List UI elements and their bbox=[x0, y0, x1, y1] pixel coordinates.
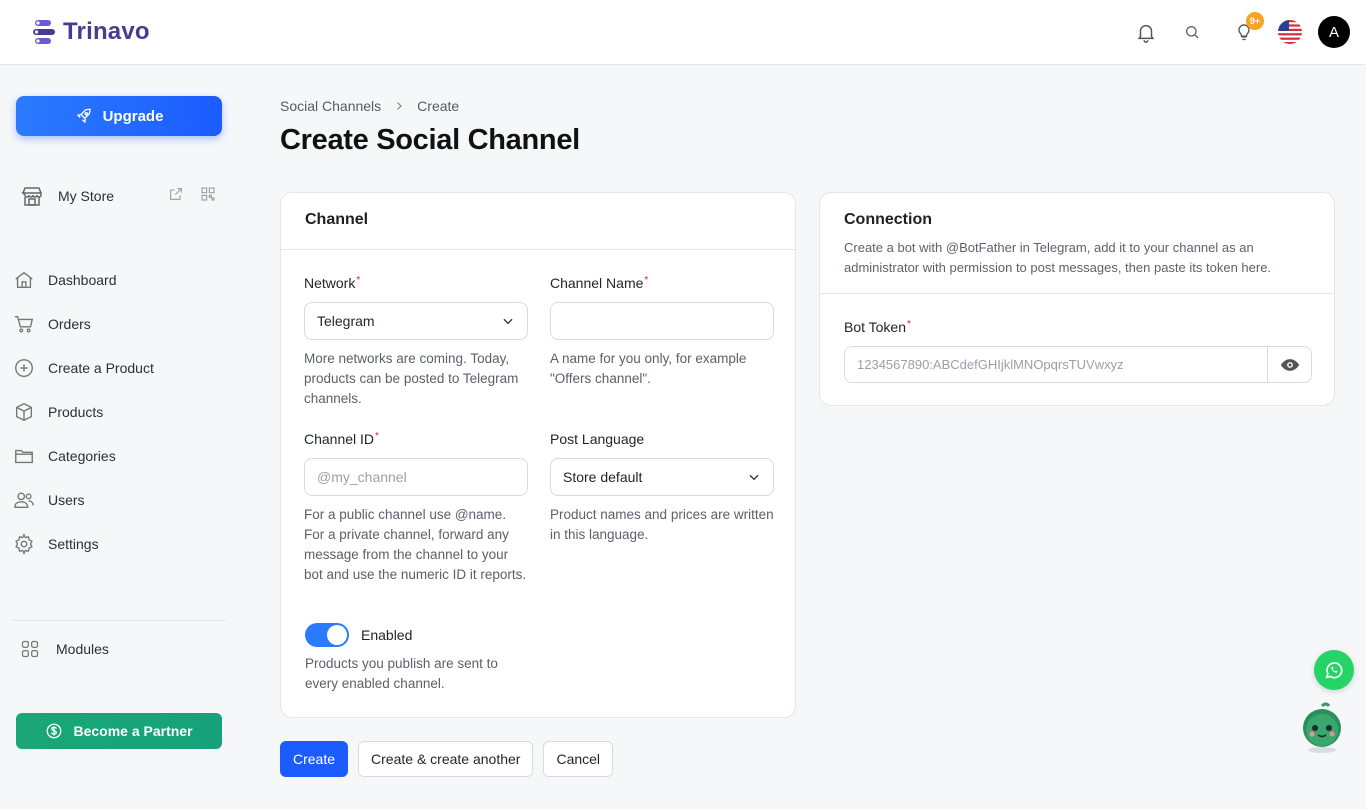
chevron-right-icon bbox=[397, 102, 402, 110]
breadcrumb-current: Create bbox=[417, 98, 460, 114]
channel-id-input[interactable] bbox=[317, 469, 515, 485]
sidebar-item-settings[interactable]: Settings bbox=[12, 522, 226, 566]
sidebar-item-label: Orders bbox=[48, 316, 91, 332]
page-title: Create Social Channel bbox=[280, 124, 580, 156]
us-flag-icon[interactable] bbox=[1278, 20, 1302, 44]
required-asterisk: * bbox=[907, 319, 911, 330]
sidebar-item-modules[interactable]: Modules bbox=[20, 637, 109, 661]
assistant-mascot-icon[interactable] bbox=[1300, 702, 1344, 754]
channel-id-label: Channel ID bbox=[304, 431, 375, 447]
store-label: My Store bbox=[58, 188, 115, 204]
plus-circle-icon bbox=[12, 356, 36, 380]
bot-token-label: Bot Token bbox=[844, 319, 907, 335]
channel-id-help: For a public channel use @name. For a pr… bbox=[304, 507, 527, 582]
card-divider bbox=[281, 249, 795, 250]
dollar-circle-icon bbox=[47, 723, 62, 739]
become-partner-button[interactable]: Become a Partner bbox=[16, 713, 222, 749]
sidebar-item-create-product[interactable]: Create a Product bbox=[12, 346, 226, 390]
cart-icon bbox=[12, 312, 36, 336]
network-value: Telegram bbox=[317, 313, 375, 329]
sidebar-item-categories[interactable]: Categories bbox=[12, 434, 226, 478]
eye-icon bbox=[1280, 358, 1299, 371]
required-asterisk: * bbox=[375, 431, 379, 442]
channel-card: Channel Network* Telegram More networks … bbox=[280, 192, 796, 718]
modules-label: Modules bbox=[56, 641, 109, 657]
toggle-knob bbox=[327, 625, 347, 645]
channel-name-input[interactable] bbox=[563, 313, 761, 329]
post-language-help: Product names and prices are written in … bbox=[550, 507, 774, 542]
bot-token-group bbox=[844, 346, 1312, 383]
enabled-toggle[interactable] bbox=[305, 623, 349, 647]
bell-icon[interactable] bbox=[1134, 20, 1158, 44]
partner-label: Become a Partner bbox=[73, 723, 193, 739]
sidebar-item-label: Categories bbox=[48, 448, 116, 464]
folder-icon bbox=[12, 444, 36, 468]
sidebar-item-label: Dashboard bbox=[48, 272, 117, 288]
external-link-icon[interactable] bbox=[168, 186, 184, 202]
store-icon bbox=[21, 187, 42, 206]
post-language-label: Post Language bbox=[550, 431, 645, 447]
qr-code-icon[interactable] bbox=[200, 186, 216, 202]
rocket-icon bbox=[76, 108, 91, 124]
card-divider bbox=[820, 293, 1334, 294]
bot-token-input[interactable] bbox=[845, 347, 1267, 382]
sidebar-item-label: Settings bbox=[48, 536, 99, 552]
sidebar-item-users[interactable]: Users bbox=[12, 478, 226, 522]
brand-name: Trinavo bbox=[63, 18, 150, 45]
connection-description: Create a bot with @BotFather in Telegram… bbox=[844, 240, 1272, 275]
channel-name-help: A name for you only, for example "Offers… bbox=[550, 351, 747, 386]
connection-card-title: Connection bbox=[844, 211, 932, 228]
sidebar-item-label: Create a Product bbox=[48, 360, 154, 376]
search-icon[interactable] bbox=[1180, 20, 1204, 44]
chevron-down-icon bbox=[503, 318, 513, 325]
required-asterisk: * bbox=[644, 275, 649, 286]
form-actions: Create Create & create another Cancel bbox=[280, 741, 614, 777]
sidebar-item-dashboard[interactable]: Dashboard bbox=[12, 258, 226, 302]
channel-id-field: Channel ID* For a public channel use @na… bbox=[304, 431, 528, 585]
gear-icon bbox=[12, 532, 36, 556]
avatar[interactable]: A bbox=[1318, 16, 1350, 48]
logo-mark-icon bbox=[33, 20, 55, 44]
cancel-button[interactable]: Cancel bbox=[543, 741, 614, 777]
chevron-down-icon bbox=[749, 474, 759, 481]
channel-card-title: Channel bbox=[305, 211, 369, 228]
sidebar-item-products[interactable]: Products bbox=[12, 390, 226, 434]
notification-badge: 9+ bbox=[1246, 12, 1264, 30]
create-another-button[interactable]: Create & create another bbox=[358, 741, 534, 777]
users-icon bbox=[12, 488, 36, 512]
network-field: Network* Telegram More networks are comi… bbox=[304, 275, 528, 409]
grid-icon bbox=[21, 640, 39, 658]
enabled-row: Enabled bbox=[305, 623, 412, 647]
sidebar-divider bbox=[12, 620, 226, 621]
network-label: Network bbox=[304, 275, 356, 291]
create-button[interactable]: Create bbox=[280, 741, 349, 777]
post-language-field: Post Language Store default Product name… bbox=[550, 431, 774, 545]
breadcrumb-parent-link[interactable]: Social Channels bbox=[280, 98, 381, 114]
post-language-value: Store default bbox=[563, 469, 643, 485]
whatsapp-icon bbox=[1325, 662, 1343, 679]
box-icon bbox=[12, 400, 36, 424]
channel-name-field: Channel Name* A name for you only, for e… bbox=[550, 275, 774, 389]
required-asterisk: * bbox=[356, 275, 361, 286]
sidebar-item-orders[interactable]: Orders bbox=[12, 302, 226, 346]
enabled-help: Products you publish are sent to every e… bbox=[305, 656, 498, 691]
upgrade-label: Upgrade bbox=[102, 107, 164, 125]
sidebar-item-label: Products bbox=[48, 404, 104, 420]
breadcrumb: Social Channels Create bbox=[280, 98, 459, 114]
brand-logo[interactable]: Trinavo bbox=[33, 18, 150, 46]
sidebar-nav: Dashboard Orders Create a Product Produc… bbox=[12, 258, 226, 566]
connection-card: Connection Create a bot with @BotFather … bbox=[819, 192, 1335, 406]
home-icon bbox=[12, 268, 36, 292]
whatsapp-button[interactable] bbox=[1314, 650, 1354, 690]
sidebar-item-label: Users bbox=[48, 492, 85, 508]
upgrade-button[interactable]: Upgrade bbox=[16, 96, 222, 136]
top-bar: Trinavo 9+ A bbox=[0, 0, 1366, 65]
show-token-button[interactable] bbox=[1267, 347, 1311, 382]
network-help: More networks are coming. Today, product… bbox=[304, 351, 519, 406]
post-language-select[interactable]: Store default bbox=[550, 458, 774, 496]
channel-name-label: Channel Name bbox=[550, 275, 644, 291]
my-store-row[interactable]: My Store bbox=[20, 184, 220, 208]
network-select[interactable]: Telegram bbox=[304, 302, 528, 340]
enabled-label: Enabled bbox=[361, 627, 413, 643]
